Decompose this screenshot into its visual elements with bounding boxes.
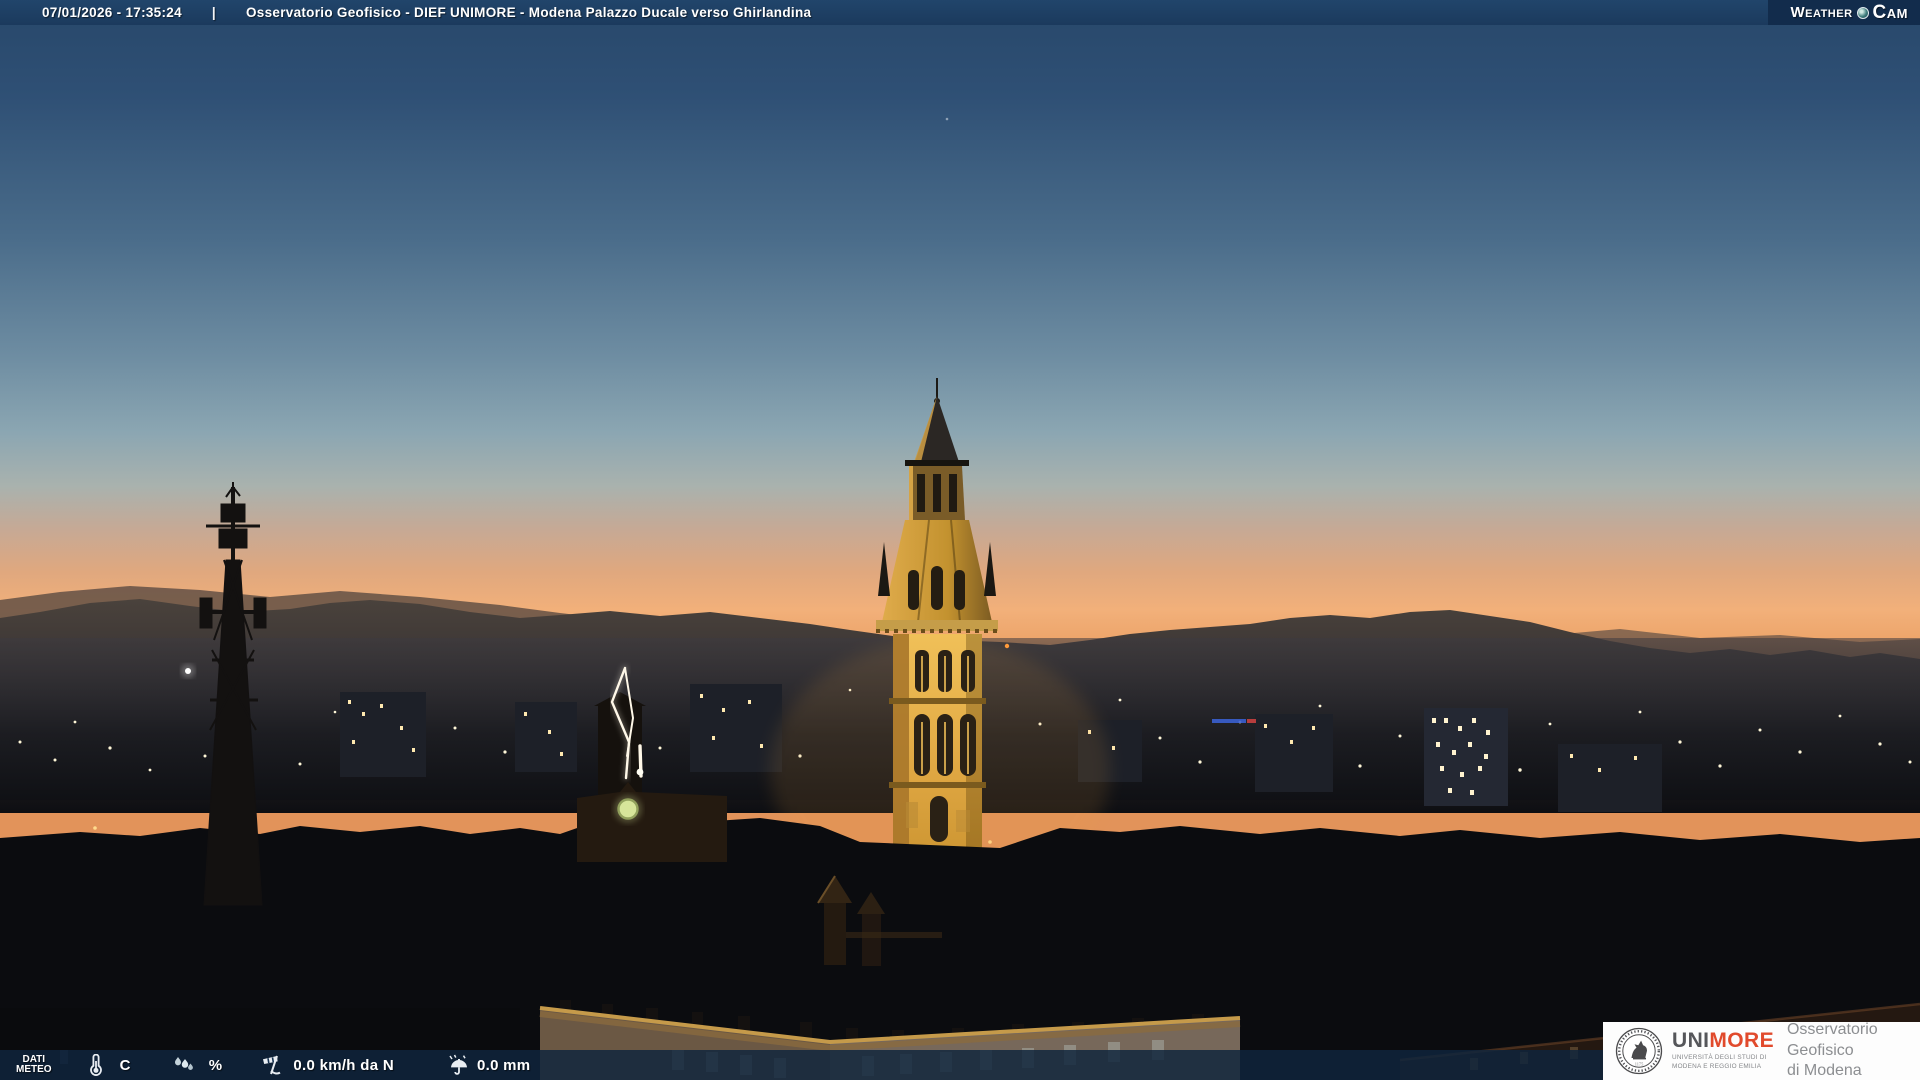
rain-value: 0.0 mm: [476, 1056, 531, 1074]
unimore-more-text: MORE: [1709, 1029, 1774, 1053]
unimore-subtitle-line1: UNIVERSITÀ DEGLI STUDI DI: [1672, 1054, 1767, 1062]
umbrella-icon: [449, 1054, 467, 1075]
windsock-icon: [263, 1055, 281, 1075]
observatory-name: Osservatorio Geofisico di Modena: [1786, 1020, 1878, 1080]
page-title: Osservatorio Geofisico - DIEF UNIMORE - …: [245, 5, 812, 20]
humidity-readout: %: [171, 1055, 223, 1075]
thermometer-icon: [89, 1054, 102, 1076]
weathercam-logo[interactable]: Weather Cam: [1768, 0, 1920, 25]
unimore-seal-icon: 1175: [1615, 1027, 1663, 1075]
rain-readout: 0.0 mm: [446, 1054, 531, 1076]
svg-text:1175: 1175: [1635, 1062, 1644, 1067]
water-drops-icon: [174, 1057, 193, 1070]
unimore-branding[interactable]: 1175 UNIMORE UNIVERSITÀ DEGLI STUDI DI M…: [1603, 1020, 1920, 1080]
unimore-uni-text: UNI: [1672, 1029, 1710, 1053]
wind-readout: 0.0 km/h da N: [260, 1054, 394, 1076]
weathercam-weather-label: Weather: [1790, 4, 1853, 21]
unimore-subtitle-line2: MODENA E REGGIO EMILIA: [1672, 1063, 1762, 1070]
temperature-readout: C: [86, 1054, 131, 1076]
camera-lens-icon: [1856, 6, 1869, 19]
humidity-unit: %: [208, 1056, 223, 1074]
wind-value: 0.0 km/h da N: [293, 1056, 394, 1074]
header-bar: 07/01/2026 - 17:35:24 | Osservatorio Geo…: [0, 0, 1920, 25]
webcam-photo: [0, 0, 1920, 1080]
unimore-wordmark: UNIMORE UNIVERSITÀ DEGLI STUDI DI MODENA…: [1672, 1030, 1774, 1071]
temperature-unit: C: [119, 1056, 131, 1074]
timestamp: 07/01/2026 - 17:35:24: [42, 5, 182, 20]
weathercam-cam-label: Cam: [1872, 1, 1908, 23]
webcam-page: 07/01/2026 - 17:35:24 | Osservatorio Geo…: [0, 0, 1920, 1080]
dati-meteo-label: DATI METEO: [16, 1054, 52, 1075]
separator: |: [211, 5, 216, 20]
